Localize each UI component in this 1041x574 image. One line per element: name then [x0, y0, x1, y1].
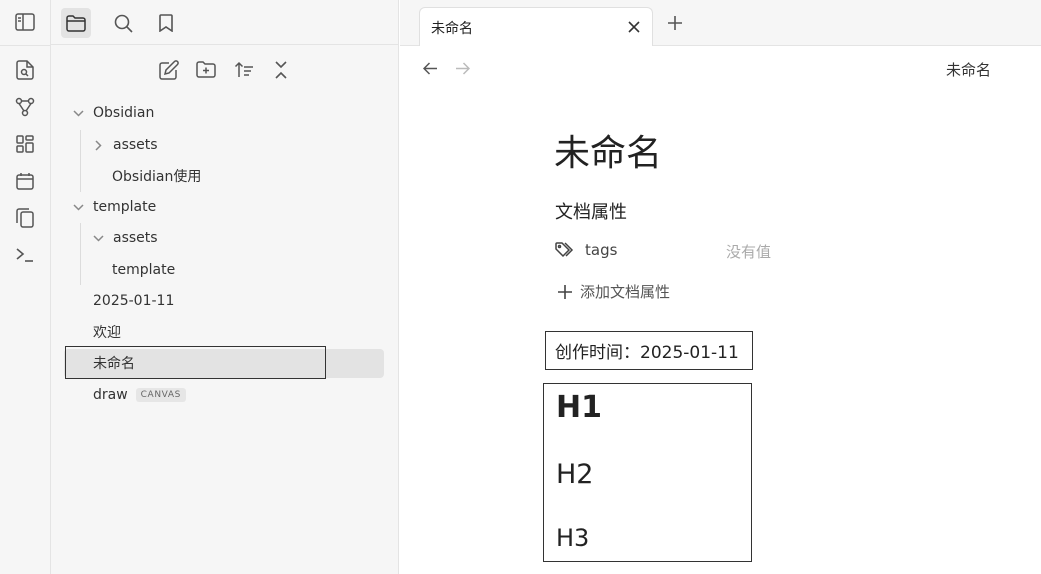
headings-block: H1 H2 H3 — [543, 383, 752, 562]
search-tab[interactable] — [108, 8, 138, 38]
view-header: 未命名 — [400, 46, 1041, 90]
tree-folder-template-assets[interactable]: assets — [91, 224, 158, 252]
new-tab-button[interactable] — [664, 12, 686, 34]
quick-switcher-icon[interactable] — [14, 59, 36, 81]
arrow-right-icon — [455, 61, 470, 75]
properties-heading: 文档属性 — [555, 202, 627, 223]
sort-icon — [234, 61, 254, 79]
property-value[interactable]: 没有值 — [726, 241, 771, 262]
tree-item-label: Obsidian使用 — [112, 169, 202, 185]
new-folder-button[interactable] — [193, 57, 219, 83]
command-palette-icon[interactable] — [14, 244, 36, 266]
files-tab[interactable] — [61, 8, 91, 38]
new-note-button[interactable] — [156, 57, 182, 83]
tree-file-2025-01-11[interactable]: 2025-01-11 — [93, 287, 174, 315]
tree-item-label: template — [93, 199, 157, 215]
tree-item-label: template — [112, 262, 176, 278]
heading-1[interactable]: H1 — [556, 390, 602, 425]
property-row-tags[interactable]: tags 没有值 — [555, 239, 815, 263]
close-icon[interactable] — [626, 19, 642, 35]
tree-indent-guide — [80, 130, 81, 192]
new-note-icon — [159, 60, 179, 80]
tab-bar: 未命名 — [400, 0, 1041, 46]
tree-item-label: draw — [93, 387, 128, 403]
tree-item-label: Obsidian — [93, 105, 155, 121]
note-title[interactable]: 未命名 — [554, 124, 662, 176]
file-explorer-sidebar: Obsidian assets Obsidian使用 template asse… — [51, 0, 399, 574]
tree-item-label: assets — [113, 230, 158, 246]
bookmarks-tab[interactable] — [151, 8, 181, 38]
tree-item-label: 2025-01-11 — [93, 293, 175, 309]
selection-outline — [65, 346, 326, 379]
arrow-left-icon — [422, 61, 438, 75]
chevron-down-icon — [71, 109, 85, 117]
add-property-label: 添加文档属性 — [580, 283, 671, 301]
tree-indent-guide — [80, 223, 81, 285]
created-time-line[interactable]: 创作时间：2025-01-11 — [545, 331, 753, 370]
plus-icon — [667, 15, 683, 31]
tree-folder-assets[interactable]: assets — [91, 131, 158, 159]
heading-3[interactable]: H3 — [556, 524, 589, 552]
graph-view-icon[interactable] — [14, 96, 36, 118]
chevron-right-icon — [91, 139, 105, 151]
plus-icon — [558, 284, 572, 299]
sidebar-tab-header — [51, 0, 399, 45]
canvas-icon[interactable] — [14, 133, 36, 155]
bookmark-icon — [159, 14, 173, 32]
tree-folder-template[interactable]: template — [71, 193, 156, 221]
sidebar-toggle-icon[interactable] — [14, 11, 36, 33]
forward-button[interactable] — [451, 57, 473, 79]
tree-file-template[interactable]: template — [112, 256, 175, 284]
tree-item-label: assets — [113, 137, 158, 153]
property-key[interactable]: tags — [585, 241, 617, 259]
daily-note-icon[interactable] — [14, 170, 36, 192]
tree-file-obsidian-usage[interactable]: Obsidian使用 — [112, 162, 201, 190]
back-button[interactable] — [419, 57, 441, 79]
templates-icon[interactable] — [14, 207, 36, 229]
sort-button[interactable] — [231, 57, 257, 83]
tab-untitled[interactable]: 未命名 — [419, 7, 653, 46]
tree-folder-obsidian[interactable]: Obsidian — [71, 99, 154, 127]
collapse-all-icon — [274, 61, 288, 79]
tags-icon — [555, 242, 576, 259]
canvas-badge: CANVAS — [135, 388, 186, 402]
heading-2[interactable]: H2 — [556, 459, 593, 490]
new-folder-icon — [196, 61, 216, 79]
ribbon-divider — [0, 45, 51, 46]
chevron-down-icon — [91, 234, 105, 242]
tree-file-draw[interactable]: draw CANVAS — [93, 381, 186, 409]
chevron-down-icon — [71, 203, 85, 211]
tab-title: 未命名 — [431, 21, 473, 37]
folder-icon — [66, 14, 86, 32]
tree-file-welcome[interactable]: 欢迎 — [93, 318, 121, 346]
search-icon — [114, 14, 133, 33]
view-header-title[interactable]: 未命名 — [946, 59, 991, 80]
ribbon — [0, 0, 51, 574]
tree-item-label: 欢迎 — [93, 325, 121, 341]
collapse-all-button[interactable] — [268, 57, 294, 83]
add-property-button[interactable]: 添加文档属性 — [558, 281, 670, 302]
